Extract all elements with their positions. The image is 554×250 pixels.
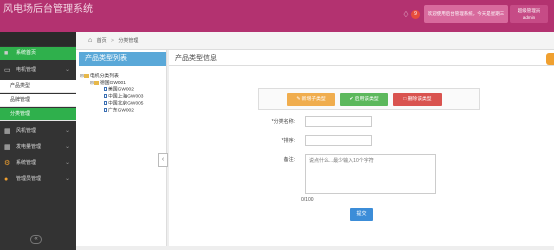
chevron-left-icon[interactable]: ‹ [158,153,168,167]
sidebar-collapse-button[interactable]: « [30,235,42,244]
calendar-icon: ▦ [4,144,11,151]
sidebar-item-label: 系统管理 [16,160,37,166]
panel-splitter[interactable] [166,50,169,250]
tree-node-label: 中国北京GW005 [108,101,144,107]
enable-type-button[interactable]: ✔ 启用该类型 [340,93,388,106]
tree-node-label: 广东GW002 [108,108,134,114]
remark-label: 备注: [283,157,295,163]
top-header: 风电场后台管理系统 ♢ 9 欢迎使用后台管理系统，今天是星期三 超级管理员 ad… [0,0,554,32]
sidebar-shortcuts [0,32,76,46]
tree-node-leaf[interactable]: 美国GW002 [104,87,134,93]
notification-badge[interactable]: 9 [411,10,420,19]
sidebar-item-label: 系统首页 [16,50,37,56]
monitor-icon: ▭ [4,67,11,74]
button-label: 启用该类型 [354,97,379,102]
tree-node-label: 德国GW001 [100,81,126,86]
tree-node-leaf[interactable]: 广东GW002 [104,108,134,114]
tree-node-label: 中国上海GW003 [108,94,144,100]
tree-node-root[interactable]: ⊟ 电机分类列表 [80,73,119,79]
name-label: *分类名称: [271,119,295,125]
right-panel-title: 产品类型信息 [169,52,554,66]
sidebar-item-home[interactable]: ■ 系统首页 [0,47,76,60]
sidebar-item-system[interactable]: ⚙ 系统管理 ⌄ [0,157,76,170]
home-icon: ⌂ [88,37,93,44]
user-name: admin [522,15,536,20]
document-icon [104,101,107,105]
welcome-message: 欢迎使用后台管理系统，今天是星期三 [424,5,508,23]
sidebar-item-label: 发电量管理 [16,144,42,150]
breadcrumb: ⌂ 首页 > 分类管理 [76,32,554,50]
gears-icon: ⚙ [4,160,11,167]
tree-node-group[interactable]: ⊟ 德国GW001 [90,80,126,86]
sidebar-item-label: 管理员管理 [16,176,42,182]
chevron-down-icon: ⌄ [64,144,70,150]
sidebar-subitem-product-type[interactable]: 产品类型 [0,80,76,93]
tree-node-label: 电机分类列表 [90,74,119,79]
chevron-down-icon: ⌄ [64,67,70,73]
delete-type-button[interactable]: □ 删除该类型 [393,93,442,106]
button-label: 新增子类型 [301,97,326,102]
document-icon [104,94,107,98]
sidebar-item-motor[interactable]: ▭ 电机管理 ⌄ [0,64,76,77]
chevron-down-icon: ⌄ [64,176,70,182]
char-counter: 0/100 [301,197,314,203]
document-icon [104,108,107,112]
submit-button[interactable]: 提交 [350,208,373,221]
sort-input[interactable] [305,135,372,146]
sidebar-item-power[interactable]: ▦ 发电量管理 ⌄ [0,141,76,154]
remark-textarea[interactable] [305,154,436,194]
user-menu[interactable]: 超级管理员 admin [510,5,548,23]
category-name-input[interactable] [305,116,372,127]
sidebar-item-label: 电机管理 [16,67,37,73]
add-subtype-button[interactable]: ✎ 新增子类型 [287,93,335,106]
tree-node-leaf[interactable]: 中国北京GW005 [104,101,143,107]
left-panel-title: 产品类型列表 [79,52,166,66]
button-label: 删除该类型 [407,97,432,102]
image-icon: ▦ [4,128,11,135]
chevron-down-icon: ⌄ [64,128,70,134]
folder-icon [94,80,99,85]
action-toolbar: ✎ 新增子类型 ✔ 启用该类型 □ 删除该类型 [258,88,480,110]
horizontal-scrollbar[interactable] [76,246,554,250]
folder-icon [84,73,89,78]
tree-node-leaf[interactable]: 中国上海GW003 [104,94,143,100]
side-tab-handle[interactable] [546,53,554,65]
tree-node-label: 美国GW002 [108,87,134,93]
bell-icon[interactable]: ♢ [401,8,411,22]
document-icon [104,87,107,91]
users-icon: ● [4,176,9,183]
sort-label: *排序: [281,138,295,144]
breadcrumb-current: 分类管理 [118,38,139,44]
user-role: 超级管理员 [517,8,541,13]
sidebar-subitem-brand[interactable]: 品牌管理 [0,94,76,107]
chevron-down-icon: ⌄ [64,160,70,166]
sidebar-subitem-category[interactable]: 分类管理 [0,108,76,121]
breadcrumb-home[interactable]: 首页 [97,38,107,44]
home-icon: ■ [4,50,9,57]
app-title: 风电场后台管理系统 [3,4,93,15]
breadcrumb-separator: > [111,38,114,44]
sidebar-item-admin[interactable]: ● 管理员管理 ⌄ [0,173,76,186]
sidebar-item-turbine[interactable]: ▦ 风机管理 ⌄ [0,125,76,138]
sidebar-item-label: 风机管理 [16,128,37,134]
